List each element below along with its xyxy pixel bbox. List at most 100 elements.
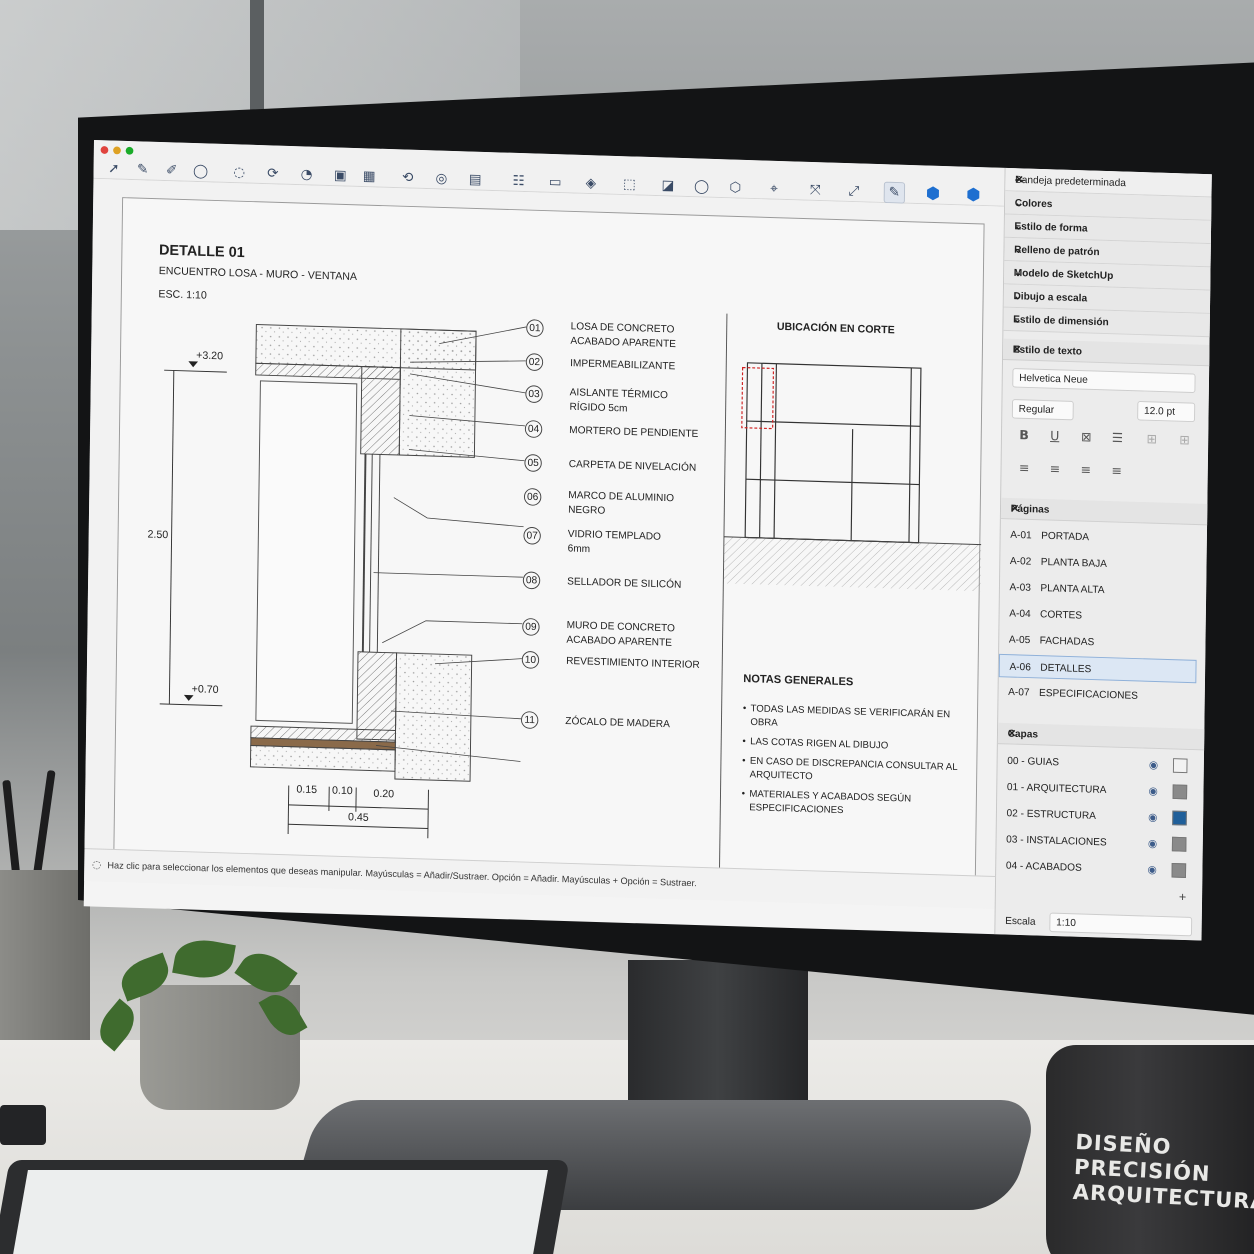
page-name: PLANTA BAJA <box>1040 556 1108 570</box>
text-tool-icon[interactable]: ▤ <box>464 169 485 191</box>
label-tool-icon[interactable]: ◎ <box>431 168 452 190</box>
close-icon[interactable]: ✕ <box>1011 503 1201 520</box>
eye-icon[interactable]: ◉ <box>1148 785 1157 798</box>
sample-tool-icon[interactable]: ◪ <box>657 175 678 197</box>
window-opening <box>255 380 358 724</box>
chevron-down-icon[interactable]: ⌄ <box>1013 290 1203 307</box>
page-item[interactable]: A-01 PORTADA <box>1000 523 1198 552</box>
add-layer-button[interactable]: + <box>1179 889 1187 904</box>
scale-tool-icon[interactable]: ▣ <box>330 165 351 187</box>
arc-tool-icon[interactable]: ⟳ <box>262 163 283 185</box>
grid-icon[interactable]: ⊞ <box>1179 433 1190 448</box>
chevron-down-icon[interactable]: ⌄ <box>1014 267 1204 284</box>
justify-icon[interactable]: ≡ <box>1111 464 1122 479</box>
drawing-canvas[interactable]: DETALLE 01 ENCUENTRO LOSA - MURO - VENTA… <box>84 178 1005 893</box>
insert-tool-icon[interactable]: ▦ <box>358 166 379 188</box>
drawing-sheet[interactable]: DETALLE 01 ENCUENTRO LOSA - MURO - VENTA… <box>113 197 985 893</box>
bullet-icon: • <box>742 755 746 767</box>
dim-010: 0.10 <box>331 784 353 798</box>
join-tool-icon[interactable]: ⤢ <box>843 180 864 202</box>
default-tray: Bandeja predeterminada ✕ — Colores ⌄ Estil… <box>994 167 1212 941</box>
eraser-tool-icon[interactable]: ⬚ <box>619 174 640 196</box>
page-item[interactable]: A-06 DETALLES <box>998 653 1197 684</box>
bold-icon[interactable]: B <box>1019 428 1029 443</box>
minimize-window-button[interactable] <box>113 146 121 155</box>
eye-icon[interactable]: ◉ <box>1147 863 1156 876</box>
align-right-icon[interactable]: ≡ <box>1080 463 1091 478</box>
page-item[interactable]: A-02 PLANTA BAJA <box>1000 549 1198 578</box>
callout-label: LOSA DE CONCRETO ACABADO APARENTE <box>570 320 677 350</box>
lasso-tool-icon[interactable]: ◯ <box>190 160 211 182</box>
close-window-button[interactable] <box>100 146 109 155</box>
zoom-window-button[interactable] <box>125 146 134 155</box>
page-item[interactable]: A-04 CORTES <box>999 601 1197 630</box>
split-tool-icon[interactable]: ⤧ <box>805 179 826 201</box>
select-tool-icon[interactable]: ➚ <box>103 158 124 180</box>
panel-estilo-de-dimensi-n[interactable]: Estilo de dimensión ⌄ <box>1003 307 1211 338</box>
circle-tool-icon[interactable]: ◯ <box>691 176 712 198</box>
list-icon[interactable]: ☰ <box>1112 431 1123 446</box>
minimize-icon[interactable]: — <box>1015 174 1190 191</box>
note-item: • LAS COTAS RIGEN AL DIBUJO <box>742 735 969 756</box>
eye-icon[interactable]: ◉ <box>1148 811 1157 824</box>
model-tool-icon[interactable]: ⬢ <box>922 183 943 205</box>
table-tool-icon[interactable]: ☷ <box>508 170 529 192</box>
scale-field[interactable]: 1:10 <box>1049 912 1193 937</box>
layer-item[interactable]: 04 - ACABADOS ◉ <box>996 853 1194 884</box>
callout-number: 06 <box>523 487 542 506</box>
font-family-select[interactable]: Helvetica Neue <box>1012 368 1196 394</box>
page-item[interactable]: A-05 FACHADAS <box>999 628 1197 657</box>
dimension-tool-icon[interactable]: ⟲ <box>397 167 418 189</box>
note-text: LAS COTAS RIGEN AL DIBUJO <box>750 736 889 752</box>
align-left-icon[interactable]: ≡ <box>1019 461 1030 476</box>
strikethrough-icon[interactable]: ⊠ <box>1081 430 1092 445</box>
align-center-icon[interactable]: ≡ <box>1050 462 1061 477</box>
section-thumbnail <box>741 362 922 544</box>
layers-header[interactable]: Capas ✕ <box>997 722 1206 751</box>
pages-header[interactable]: Páginas ✕ <box>1000 497 1209 526</box>
chevron-down-icon[interactable]: ⌄ <box>1014 221 1204 238</box>
callout-label: AISLANTE TÉRMICO RÍGIDO 5cm <box>569 386 669 415</box>
layer-color-swatch[interactable] <box>1172 810 1187 826</box>
chevron-down-icon[interactable]: ⌄ <box>1015 197 1205 214</box>
font-weight-select[interactable]: Regular <box>1011 399 1074 421</box>
wall-top-insulation <box>360 366 401 456</box>
wall-top <box>398 328 477 458</box>
chevron-down-icon[interactable]: ⌄ <box>1013 314 1203 331</box>
note-text: EN CASO DE DISCREPANCIA CONSULTAR AL ARQ… <box>749 755 958 783</box>
pen-tool-icon[interactable]: ✎ <box>883 181 906 204</box>
level-top: +3.20 <box>196 349 224 363</box>
pencil-tool-icon[interactable]: ✎ <box>132 159 153 181</box>
layer-tool-icon[interactable]: ◈ <box>580 172 601 194</box>
page-item[interactable]: A-07 ESPECIFICACIONES <box>998 680 1196 709</box>
table-icon[interactable]: ⊞ <box>1146 432 1157 447</box>
layer-name: 01 - ARQUITECTURA <box>1006 781 1107 796</box>
font-size-field[interactable]: 12.0 pt <box>1137 400 1196 423</box>
eye-icon[interactable]: ◉ <box>1148 837 1157 850</box>
dim-020: 0.20 <box>373 788 395 801</box>
line-tool-icon[interactable]: ✐ <box>161 160 182 182</box>
page-name: ESPECIFICACIONES <box>1038 687 1139 702</box>
close-icon[interactable]: ✕ <box>1013 344 1203 361</box>
phone <box>0 1105 46 1145</box>
underline-icon[interactable]: U <box>1050 429 1059 444</box>
chevron-down-icon[interactable]: ⌄ <box>1014 244 1204 261</box>
offset-tool-icon[interactable]: ⌖ <box>763 178 784 200</box>
info-icon: ◌ <box>91 858 102 871</box>
text-style-header[interactable]: Estilo de texto ✕ <box>1002 338 1211 367</box>
page-tool-icon[interactable]: ▭ <box>544 171 565 193</box>
layer-color-swatch[interactable] <box>1172 758 1188 774</box>
shape-tool-icon[interactable]: ◌ <box>228 162 249 184</box>
pen-holder <box>0 769 70 891</box>
eye-icon[interactable]: ◉ <box>1149 758 1158 771</box>
layer-color-swatch[interactable] <box>1172 784 1188 800</box>
sketchup-tool-icon[interactable]: ⬢ <box>963 184 984 206</box>
page-item[interactable]: A-03 PLANTA ALTA <box>1000 575 1198 604</box>
rotate-tool-icon[interactable]: ◔ <box>296 164 317 186</box>
layer-color-swatch[interactable] <box>1171 862 1187 878</box>
close-icon[interactable]: ✕ <box>1008 728 1198 745</box>
layer-color-swatch[interactable] <box>1171 836 1187 852</box>
page-code: A-03 <box>1009 581 1032 594</box>
polygon-tool-icon[interactable]: ⬡ <box>725 177 746 199</box>
note-text: TODAS LAS MEDIDAS SE VERIFICARÁN EN OBRA <box>750 703 951 729</box>
